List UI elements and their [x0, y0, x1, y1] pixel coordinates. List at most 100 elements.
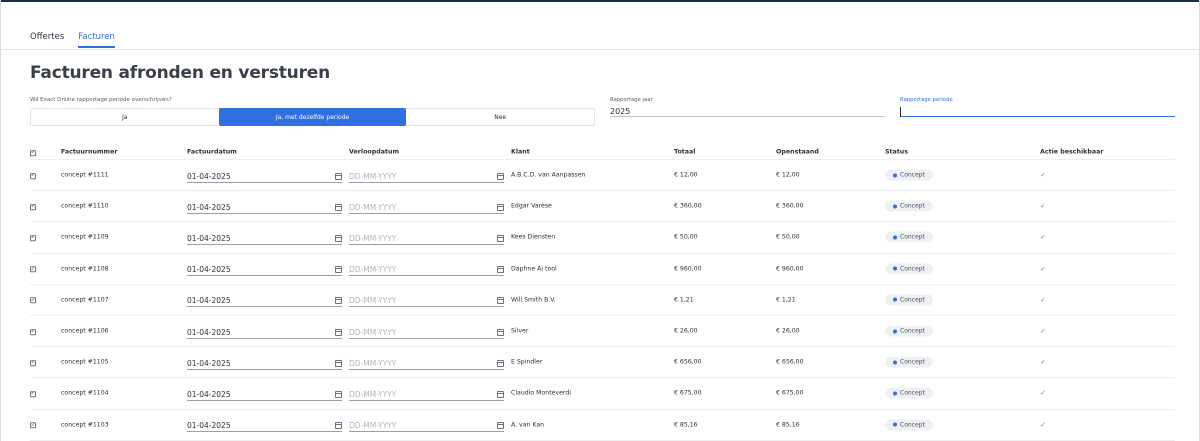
verloopdatum-input[interactable]: DD-MM-YYYY: [349, 233, 504, 245]
status-label: Concept: [900, 265, 925, 273]
calendar-icon[interactable]: [497, 234, 504, 242]
calendar-icon[interactable]: [497, 172, 504, 180]
calendar-icon[interactable]: [497, 328, 504, 336]
row-checkbox[interactable]: ✓: [30, 358, 36, 366]
totaal-cell: € 960,00: [674, 265, 702, 273]
rapportage-jaar-input[interactable]: 2025: [610, 107, 885, 117]
status-cell: Concept: [885, 169, 933, 181]
openstaand-cell: € 1,21: [776, 296, 796, 304]
verloopdatum-input[interactable]: DD-MM-YYYY: [349, 389, 504, 401]
tab-offertes[interactable]: Offertes: [30, 32, 64, 48]
status-label: Concept: [900, 233, 925, 241]
calendar-icon[interactable]: [335, 203, 342, 211]
verloopdatum-placeholder: DD-MM-YYYY: [349, 327, 397, 337]
calendar-icon[interactable]: [497, 297, 504, 305]
klant-cell: A. van Kan: [511, 421, 545, 429]
calendar-icon[interactable]: [335, 359, 342, 367]
calendar-icon[interactable]: [497, 203, 504, 211]
factuurdatum-input[interactable]: 01-04-2025: [187, 358, 342, 370]
status-dot-icon: [893, 266, 897, 271]
totaal-cell: € 85,16: [674, 421, 698, 429]
verloopdatum-input[interactable]: DD-MM-YYYY: [349, 202, 504, 214]
factuurdatum-input[interactable]: 01-04-2025: [187, 171, 342, 183]
verloopdatum-placeholder: DD-MM-YYYY: [349, 421, 397, 431]
totaal-cell: € 50,00: [674, 233, 698, 241]
col-header-actie-beschikbaar[interactable]: Actie beschikbaar: [1040, 149, 1103, 156]
factuurdatum-input[interactable]: 01-04-2025: [187, 389, 342, 401]
col-header-klant[interactable]: Klant: [511, 149, 530, 156]
factuurdatum-input[interactable]: 01-04-2025: [187, 295, 342, 308]
calendar-icon[interactable]: [335, 328, 342, 336]
rapportage-jaar-field: Rapportage jaar 2025: [610, 97, 885, 117]
row-checkbox[interactable]: ✓: [30, 203, 36, 211]
calendar-icon[interactable]: [335, 234, 342, 242]
rapportage-periode-input[interactable]: [900, 107, 1175, 117]
status-cell: Concept: [885, 325, 933, 337]
status-dot-icon: [893, 360, 897, 365]
calendar-icon[interactable]: [497, 359, 504, 367]
factuurnummer-cell: concept #1107: [61, 296, 109, 304]
klant-cell: Kees Diensten: [511, 233, 556, 241]
status-badge: Concept: [885, 169, 933, 181]
row-checkbox[interactable]: ✓: [30, 421, 36, 429]
checkbox-icon: ✓: [30, 203, 36, 211]
calendar-icon[interactable]: [335, 172, 342, 180]
calendar-icon[interactable]: [497, 390, 504, 398]
row-checkbox[interactable]: ✓: [30, 171, 36, 179]
verloopdatum-placeholder: DD-MM-YYYY: [349, 233, 397, 243]
totaal-cell: € 1,21: [674, 296, 694, 304]
check-icon: ✓: [1040, 264, 1046, 273]
status-dot-icon: [893, 329, 897, 334]
tab-facturen[interactable]: Facturen: [78, 32, 115, 48]
verloopdatum-input[interactable]: DD-MM-YYYY: [349, 171, 504, 183]
calendar-icon[interactable]: [497, 422, 504, 430]
actie-beschikbaar-cell: ✓: [1040, 389, 1046, 397]
calendar-icon[interactable]: [335, 390, 342, 398]
select-all-checkbox[interactable]: ✓: [30, 148, 36, 156]
status-cell: Concept: [885, 263, 933, 275]
table-row: ✓ concept #1108 01-04-2025 DD-MM-YYYY Daphne…: [30, 254, 1175, 285]
option-ja-button[interactable]: Ja: [31, 109, 219, 125]
factuurdatum-input[interactable]: 01-04-2025: [187, 420, 342, 433]
factuurdatum-input[interactable]: 01-04-2025: [187, 327, 342, 339]
verloopdatum-input[interactable]: DD-MM-YYYY: [349, 327, 504, 339]
row-checkbox[interactable]: ✓: [30, 265, 36, 273]
col-header-status[interactable]: Status: [885, 149, 908, 156]
row-checkbox[interactable]: ✓: [30, 327, 36, 335]
verloopdatum-placeholder: DD-MM-YYYY: [349, 265, 397, 275]
col-header-verloopdatum[interactable]: Verloopdatum: [349, 149, 504, 156]
verloopdatum-input[interactable]: DD-MM-YYYY: [349, 358, 504, 370]
row-checkbox[interactable]: ✓: [30, 234, 36, 242]
col-header-factuurnummer[interactable]: Factuurnummer: [61, 149, 117, 156]
option-nee-button[interactable]: Nee: [406, 109, 594, 125]
checkbox-icon: ✓: [30, 421, 36, 429]
calendar-icon[interactable]: [335, 297, 342, 305]
table-row: ✓ concept #1103 01-04-2025 DD-MM-YYYY A. van…: [30, 410, 1175, 441]
table-row: ✓ concept #1107 01-04-2025 DD-MM-YYYY Will S…: [30, 285, 1175, 316]
rapportage-jaar-label: Rapportage jaar: [610, 97, 653, 103]
col-header-openstaand[interactable]: Openstaand: [776, 149, 819, 156]
row-checkbox[interactable]: ✓: [30, 296, 36, 304]
calendar-icon[interactable]: [335, 422, 342, 430]
calendar-icon[interactable]: [335, 266, 342, 274]
factuurdatum-value: 01-04-2025: [187, 171, 231, 181]
actie-beschikbaar-cell: ✓: [1040, 358, 1046, 366]
option-ja-zelfde-periode-button[interactable]: Ja, met dezelfde periode: [218, 108, 407, 126]
verloopdatum-input[interactable]: DD-MM-YYYY: [349, 264, 504, 277]
status-label: Concept: [900, 296, 925, 304]
klant-cell: E Spindler: [511, 358, 543, 366]
actie-beschikbaar-cell: ✓: [1040, 233, 1046, 241]
col-header-factuurdatum[interactable]: Factuurdatum: [187, 149, 342, 156]
factuurdatum-value: 01-04-2025: [187, 265, 231, 275]
col-header-totaal[interactable]: Totaal: [674, 149, 695, 156]
verloopdatum-input[interactable]: DD-MM-YYYY: [349, 295, 504, 308]
factuurdatum-input[interactable]: 01-04-2025: [187, 233, 342, 245]
calendar-icon[interactable]: [497, 266, 504, 274]
factuurnummer-cell: concept #1108: [61, 265, 109, 273]
factuurdatum-value: 01-04-2025: [187, 389, 231, 399]
factuurnummer-cell: concept #1104: [61, 389, 109, 397]
factuurdatum-input[interactable]: 01-04-2025: [187, 264, 342, 277]
row-checkbox[interactable]: ✓: [30, 390, 36, 398]
factuurdatum-input[interactable]: 01-04-2025: [187, 202, 342, 214]
verloopdatum-input[interactable]: DD-MM-YYYY: [349, 420, 504, 433]
